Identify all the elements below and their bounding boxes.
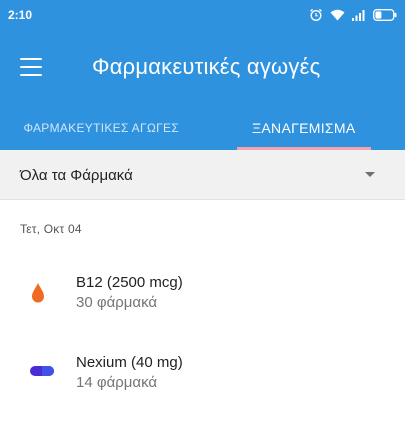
status-time: 2:10 — [8, 8, 33, 22]
medication-count: 30 φάρμακά — [76, 294, 158, 311]
wifi-icon — [330, 9, 345, 21]
medication-name: Nexium (40 mg) — [76, 354, 183, 371]
status-icons — [309, 6, 397, 24]
tab-refill-label: ΞΑΝΑΓΕΜΙΣΜΑ — [252, 120, 356, 136]
alarm-icon — [310, 8, 322, 22]
drop-icon — [32, 283, 44, 303]
capsule-icon — [30, 366, 54, 376]
medication-item[interactable]: B12 (2500 mcg) 30 φάρμακά — [0, 266, 405, 324]
app-bar: Φαρμακευτικές αγωγές — [0, 32, 405, 106]
medication-count: 14 φάρμακά — [76, 374, 158, 391]
medication-filter-dropdown[interactable]: Όλα τα Φάρμακά — [0, 150, 405, 200]
medication-item[interactable]: Nexium (40 mg) 14 φάρμακά — [0, 346, 405, 404]
menu-icon[interactable] — [20, 58, 42, 76]
tab-medications-label: ΦΑΡΜΑΚΕΥΤΙΚΕΣ ΑΓΩΓΕΣ — [23, 121, 180, 135]
tab-refill[interactable]: ΞΑΝΑΓΕΜΙΣΜΑ — [203, 106, 405, 150]
status-bar: 2:10 — [0, 0, 405, 32]
battery-icon — [373, 9, 397, 21]
filter-selected-value: Όλα τα Φάρμακά — [20, 167, 133, 184]
tab-bar: ΦΑΡΜΑΚΕΥΤΙΚΕΣ ΑΓΩΓΕΣ ΞΑΝΑΓΕΜΙΣΜΑ — [0, 106, 405, 150]
dropdown-arrow-icon — [365, 172, 375, 177]
signal-icon — [352, 10, 365, 21]
page-title: Φαρμακευτικές αγωγές — [92, 54, 321, 79]
tab-medications[interactable]: ΦΑΡΜΑΚΕΥΤΙΚΕΣ ΑΓΩΓΕΣ — [0, 106, 203, 150]
date-header: Τετ, Οκτ 04 — [20, 222, 82, 236]
medication-name: B12 (2500 mcg) — [76, 274, 183, 291]
